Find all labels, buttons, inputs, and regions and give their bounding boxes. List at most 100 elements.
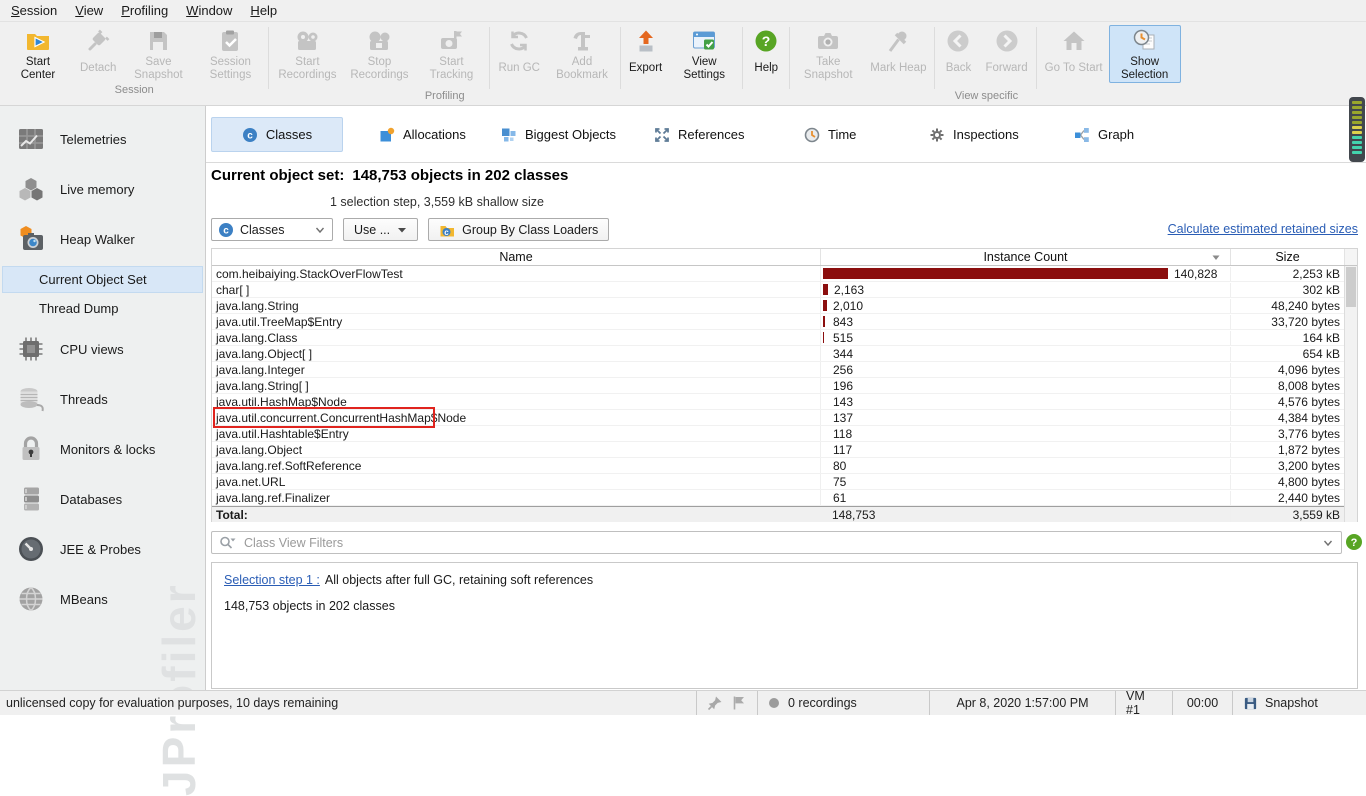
table-row[interactable]: java.lang.ref.Finalizer 61 2,440 bytes: [212, 490, 1357, 506]
indicator-stripe: [1352, 151, 1362, 154]
table-row[interactable]: java.lang.String 2,010 48,240 bytes: [212, 298, 1357, 314]
sidebar-item-heap-walker[interactable]: Heap Walker: [0, 214, 205, 264]
take-snapshot-button[interactable]: Take Snapshot: [792, 25, 864, 83]
pin-icon[interactable]: [707, 695, 723, 711]
size-cell: 3,200 bytes: [1230, 458, 1345, 473]
tab-allocations[interactable]: Allocations: [368, 117, 477, 152]
mark-heap-button[interactable]: Mark Heap: [864, 25, 932, 83]
table-row[interactable]: char[ ] 2,163 302 kB: [212, 282, 1357, 298]
filter-chevron-down-icon[interactable]: [1322, 537, 1334, 549]
menu-view[interactable]: View: [66, 1, 112, 20]
menu-help[interactable]: Help: [241, 1, 286, 20]
table-row[interactable]: java.util.Hashtable$Entry 118 3,776 bytes: [212, 426, 1357, 442]
class-name-cell: java.lang.Integer: [216, 362, 305, 377]
sidebar-item-cpu-views[interactable]: CPU views: [0, 324, 205, 374]
sidebar-item-threads[interactable]: Threads: [0, 374, 205, 424]
object-set-value: 148,753 objects in 202 classes: [352, 167, 569, 184]
recordings-status[interactable]: 0 recordings: [757, 691, 929, 715]
table-row[interactable]: java.util.concurrent.ConcurrentHashMap$N…: [212, 410, 1357, 426]
start-center-button[interactable]: Start Center: [2, 25, 74, 83]
status-vm[interactable]: VM #1: [1115, 689, 1172, 717]
run-gc-button[interactable]: Run GC: [492, 25, 546, 83]
save-snapshot-button[interactable]: Save Snapshot: [122, 25, 194, 83]
telemetries-icon: [16, 124, 46, 154]
menu-window[interactable]: Window: [177, 1, 241, 20]
size-cell: 2,253 kB: [1230, 266, 1345, 281]
start-tracking-button[interactable]: Start Tracking: [415, 25, 487, 83]
instance-count-cell: 196: [820, 378, 1230, 393]
show-selection-button[interactable]: Show Selection: [1108, 25, 1181, 83]
stop-recordings-button[interactable]: Stop Recordings: [343, 25, 415, 83]
toolbar-divider: [1035, 27, 1037, 89]
table-row[interactable]: java.lang.String[ ] 196 8,008 bytes: [212, 378, 1357, 394]
tab-biggest-objects[interactable]: Biggest Objects: [490, 117, 627, 152]
instance-count-value: 80: [833, 459, 847, 473]
session-settings-button[interactable]: Session Settings: [194, 25, 266, 83]
search-filter-icon[interactable]: [219, 535, 236, 550]
column-header-name[interactable]: Name: [212, 249, 820, 265]
sidebar-item-live-memory[interactable]: Live memory: [0, 164, 205, 214]
table-scrollbar[interactable]: [1344, 266, 1357, 522]
add-bookmark-button[interactable]: Add Bookmark: [546, 25, 618, 83]
toolbar-divider: [489, 27, 491, 89]
column-header-instance-count[interactable]: Instance Count: [820, 249, 1230, 265]
back-icon: [945, 27, 971, 55]
use-button[interactable]: Use ...: [343, 218, 419, 241]
table-row[interactable]: java.net.URL 75 4,800 bytes: [212, 474, 1357, 490]
table-row[interactable]: java.util.HashMap$Node 143 4,576 bytes: [212, 394, 1357, 410]
save-snapshot-icon: [145, 27, 171, 55]
sidebar-item-monitors-locks[interactable]: Monitors & locks: [0, 424, 205, 474]
forward-button[interactable]: Forward: [979, 25, 1033, 83]
view-sidebar: Telemetries Live memory Heap Walker Current…: [0, 106, 206, 796]
toolbar-button-label: Start Recordings: [278, 56, 337, 81]
group-by-class-loaders-button[interactable]: c Group By Class Loaders: [428, 218, 610, 241]
export-button[interactable]: Export: [623, 25, 668, 83]
tab-references[interactable]: References: [643, 117, 755, 152]
help-button[interactable]: ? Help: [745, 25, 787, 83]
sidebar-item-thread-dump[interactable]: Thread Dump: [2, 295, 203, 322]
table-row[interactable]: java.lang.ref.SoftReference 80 3,200 bytes: [212, 458, 1357, 474]
go-to-start-button[interactable]: Go To Start: [1039, 25, 1109, 83]
flag-icon[interactable]: [731, 695, 747, 711]
menu-profiling[interactable]: Profiling: [112, 1, 177, 20]
sidebar-item-databases[interactable]: Databases: [0, 474, 205, 524]
table-row[interactable]: java.util.TreeMap$Entry 843 33,720 bytes: [212, 314, 1357, 330]
tab-graph[interactable]: Graph: [1063, 117, 1145, 152]
detach-button[interactable]: Detach: [74, 25, 122, 83]
view-mode-value: Classes: [240, 222, 285, 237]
table-row[interactable]: java.lang.Class 515 164 kB: [212, 330, 1357, 346]
monitors-locks-icon: [16, 434, 46, 464]
heap-walker-icon: [16, 224, 46, 254]
table-row[interactable]: java.lang.Object[ ] 344 654 kB: [212, 346, 1357, 362]
view-settings-button[interactable]: View Settings: [668, 25, 740, 83]
tab-classes[interactable]: c Classes: [211, 117, 343, 152]
instance-count-value: 117: [833, 443, 853, 457]
tab-inspections[interactable]: Inspections: [918, 117, 1030, 152]
table-row[interactable]: com.heibaiying.StackOverFlowTest 140,828 2…: [212, 266, 1357, 282]
tab-label: Biggest Objects: [525, 127, 617, 142]
calculate-retained-sizes-link[interactable]: Calculate estimated retained sizes: [1168, 222, 1358, 236]
classes-icon: c: [242, 127, 258, 143]
view-mode-dropdown[interactable]: c Classes: [211, 218, 333, 241]
table-row[interactable]: java.lang.Object 117 1,872 bytes: [212, 442, 1357, 458]
tab-time[interactable]: Time: [793, 117, 867, 152]
toolbar: Start Center Detach Save Snapshot Session S…: [0, 22, 1366, 106]
instance-count-value: 143: [833, 395, 854, 409]
class-name-cell: java.util.HashMap$Node: [216, 394, 347, 409]
sidebar-item-current-object-set[interactable]: Current Object Set: [2, 266, 203, 293]
instance-count-value: 61: [833, 491, 847, 505]
toolbar-group: ? Help: [745, 25, 787, 98]
toolbar-button-label: Session Settings: [209, 56, 252, 81]
sidebar-item-telemetries[interactable]: Telemetries: [0, 114, 205, 164]
class-view-filters-input[interactable]: [242, 534, 1316, 551]
selection-step-link[interactable]: Selection step 1 :: [224, 573, 320, 587]
instance-count-value: 140,828: [1174, 267, 1218, 281]
column-header-size[interactable]: Size: [1230, 249, 1344, 265]
scrollbar-thumb[interactable]: [1346, 267, 1356, 307]
cpu-views-icon: [16, 334, 46, 364]
filter-help-icon[interactable]: ?: [1345, 533, 1363, 551]
back-button[interactable]: Back: [937, 25, 979, 83]
table-row[interactable]: java.lang.Integer 256 4,096 bytes: [212, 362, 1357, 378]
start-recordings-button[interactable]: Start Recordings: [271, 25, 343, 83]
menu-session[interactable]: Session: [2, 1, 66, 20]
